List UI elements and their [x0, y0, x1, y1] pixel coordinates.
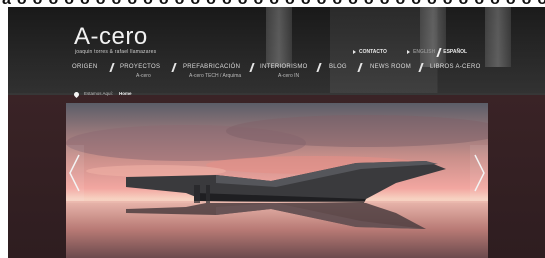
nav-separator [357, 63, 363, 72]
nav-item-libros-a-cero[interactable]: LIBROS A-CERO [430, 64, 481, 90]
triangle-right-icon [407, 50, 410, 54]
site-tagline: joaquin torres & rafael llamazares [75, 49, 157, 55]
background-pillar [266, 7, 292, 67]
chevron-left-icon [66, 145, 84, 201]
nav-separator [109, 63, 115, 72]
language-switcher: ENGLISH ESPAÑOL [407, 47, 467, 57]
nav-label: NEWS ROOM [370, 64, 412, 70]
nav-item-interiorismo[interactable]: INTERIORISMO A-cero IN [260, 64, 308, 90]
nav-label: LIBROS A-CERO [430, 64, 481, 70]
nav-item-proyectos[interactable]: PROYECTOS A-cero [120, 64, 160, 90]
nav-label: PROYECTOS [120, 64, 161, 70]
breadcrumb-label: Estamos Aquí: [84, 91, 114, 96]
nav-sublabel[interactable]: A-cero IN [260, 74, 308, 79]
hero-image [66, 103, 488, 258]
background-pillar [485, 7, 511, 67]
nav-sublabel[interactable]: A-cero TECH / Arquima [183, 74, 241, 79]
background-pillar [420, 7, 446, 67]
triangle-right-icon [353, 50, 356, 54]
nav-label: PREFABRICACIÓN [183, 64, 241, 70]
chevron-right-icon [470, 145, 488, 201]
map-pin-icon [72, 90, 81, 99]
cut-off-heading: aoooooooooooooooooooooooooooooooooo [0, 0, 545, 7]
nav-separator [316, 63, 322, 72]
website-frame: A-cero joaquin torres & rafael llamazare… [8, 7, 545, 258]
separator-slash [436, 47, 442, 57]
nav-label: BLOG [329, 64, 347, 70]
nav-separator [171, 63, 177, 72]
image-slider [66, 103, 488, 258]
nav-label: ORIGEN [72, 64, 98, 70]
nav-sublabel[interactable]: A-cero [120, 74, 160, 79]
contact-label: CONTACTO [359, 48, 387, 55]
nav-label: INTERIORISMO [260, 64, 308, 70]
nav-item-news-room[interactable]: NEWS ROOM [370, 64, 411, 90]
nav-separator [418, 63, 424, 72]
breadcrumb-home-link[interactable]: Home [119, 91, 132, 97]
breadcrumb: Estamos Aquí: Home [8, 90, 545, 100]
nav-item-blog[interactable]: BLOG [329, 64, 347, 90]
site-logo[interactable]: A-cero [74, 25, 148, 49]
previous-slide-button[interactable] [66, 145, 84, 201]
contact-link[interactable]: CONTACTO [353, 47, 387, 57]
nav-item-origen[interactable]: ORIGEN [72, 64, 97, 90]
language-spanish[interactable]: ESPAÑOL [443, 49, 467, 55]
main-navigation: ORIGEN PROYECTOS A-cero PREFABRICACIÓN A… [8, 63, 545, 90]
nav-item-prefabricacion[interactable]: PREFABRICACIÓN A-cero TECH / Arquima [183, 64, 241, 90]
next-slide-button[interactable] [470, 145, 488, 201]
nav-separator [249, 63, 255, 72]
language-english[interactable]: ENGLISH [413, 49, 435, 55]
